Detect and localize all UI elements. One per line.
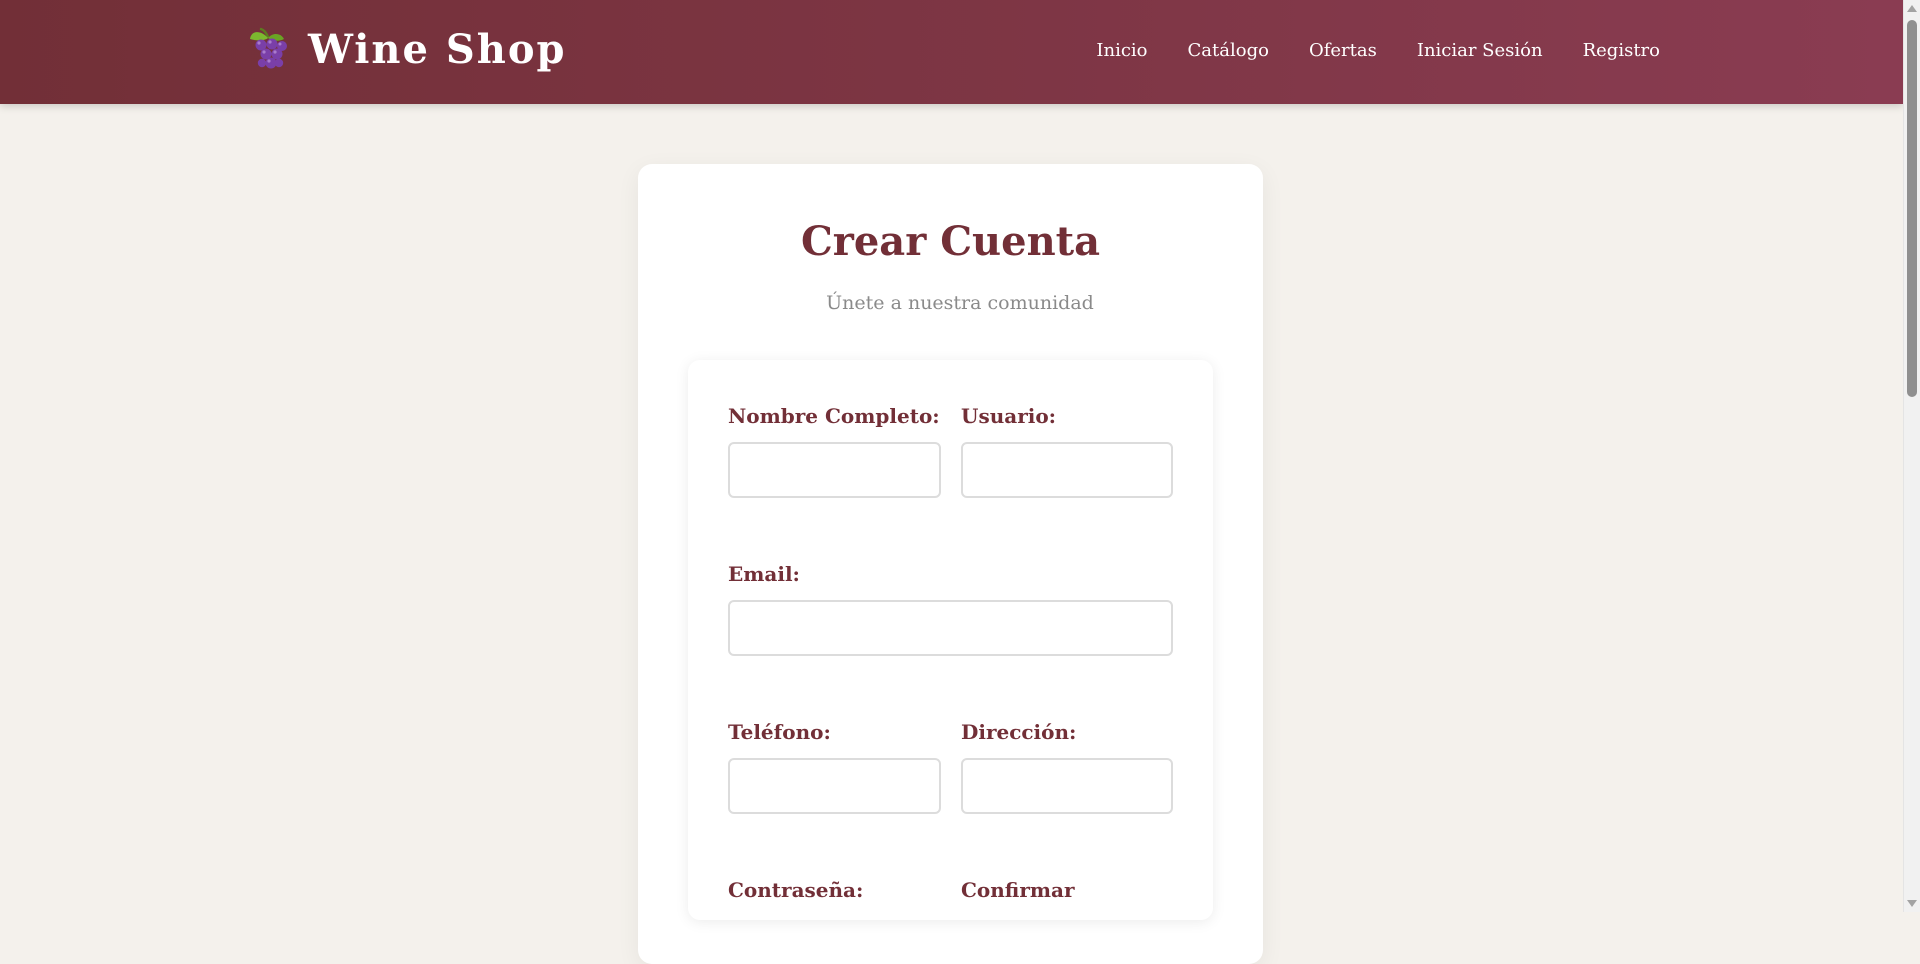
confirm-password-label: Confirmar [961, 878, 1075, 902]
password-label: Contraseña: [728, 878, 864, 902]
email-label: Email: [728, 562, 800, 586]
username-input[interactable] [961, 442, 1173, 498]
main-nav: Inicio Catálogo Ofertas Iniciar Sesión R… [1096, 38, 1660, 64]
phone-label: Teléfono: [728, 720, 831, 744]
nav-link-inicio[interactable]: Inicio [1096, 38, 1147, 64]
grapes-icon [250, 27, 287, 69]
email-input[interactable] [728, 600, 1173, 656]
full-name-label: Nombre Completo: [728, 404, 940, 428]
brand-logo[interactable]: Wine Shop [246, 27, 567, 73]
page-subtitle: Únete a nuestra comunidad [826, 292, 1094, 314]
address-label: Dirección: [961, 720, 1077, 744]
scrollbar-thumb[interactable] [1907, 20, 1917, 397]
full-name-input[interactable] [728, 442, 941, 498]
scroll-down-icon[interactable] [1907, 900, 1917, 907]
page-scrollbar[interactable] [1903, 0, 1920, 912]
username-label: Usuario: [961, 404, 1057, 428]
nav-link-iniciar-sesion[interactable]: Iniciar Sesión [1417, 38, 1543, 64]
page-title: Crear Cuenta [800, 218, 1101, 265]
nav-link-catalogo[interactable]: Catálogo [1188, 38, 1269, 64]
scroll-up-icon[interactable] [1907, 5, 1917, 12]
phone-input[interactable] [728, 758, 941, 814]
nav-link-ofertas[interactable]: Ofertas [1309, 38, 1377, 64]
address-input[interactable] [961, 758, 1173, 814]
top-navbar: Wine Shop Inicio Catálogo Ofertas Inicia… [0, 0, 1903, 104]
brand-title: Wine Shop [308, 26, 567, 73]
nav-link-registro[interactable]: Registro [1583, 38, 1660, 64]
